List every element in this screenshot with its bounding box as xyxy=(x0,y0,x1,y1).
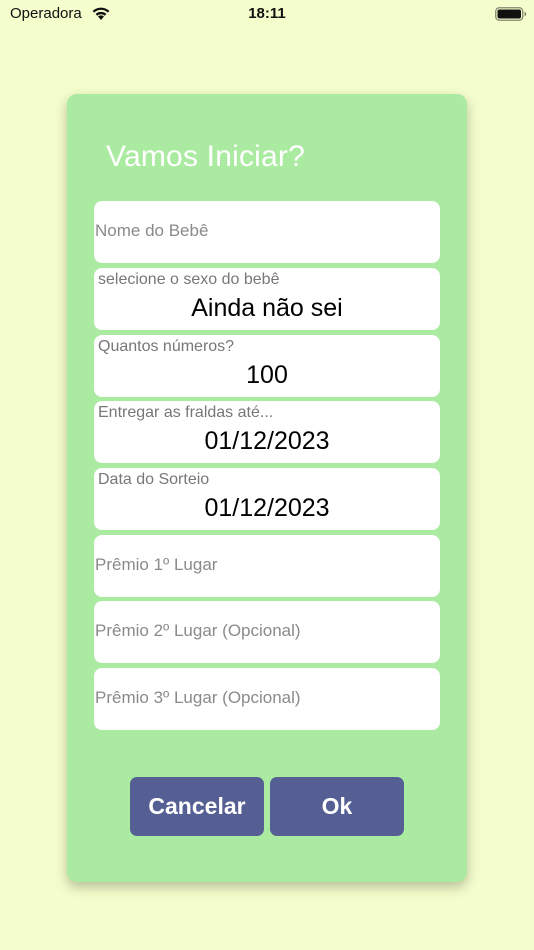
cancel-button[interactable]: Cancelar xyxy=(130,777,264,836)
baby-sex-label: selecione o sexo do bebê xyxy=(98,271,280,288)
battery-icon xyxy=(495,7,527,21)
numbers-count-value: 100 xyxy=(246,361,288,389)
ok-button[interactable]: Ok xyxy=(270,777,404,836)
prize-2-placeholder: Prêmio 2º Lugar (Opcional) xyxy=(95,621,301,640)
baby-name-field[interactable]: Nome do Bebê xyxy=(94,201,440,263)
draw-date-picker[interactable]: Data do Sorteio 01/12/2023 xyxy=(94,468,440,530)
draw-date-label: Data do Sorteio xyxy=(98,471,210,488)
numbers-count-picker[interactable]: Quantos números? 100 xyxy=(94,335,440,397)
baby-sex-picker[interactable]: selecione o sexo do bebê Ainda não sei xyxy=(94,268,440,330)
dialog-title: Vamos Iniciar? xyxy=(106,140,305,173)
prize-2-field[interactable]: Prêmio 2º Lugar (Opcional) xyxy=(94,601,440,663)
delivery-date-label: Entregar as fraldas até... xyxy=(98,404,274,421)
draw-date-value: 01/12/2023 xyxy=(204,494,330,522)
baby-sex-value: Ainda não sei xyxy=(191,294,343,322)
status-time: 18:11 xyxy=(248,5,286,22)
setup-dialog: Vamos Iniciar? Nome do Bebê selecione o … xyxy=(67,94,467,882)
prize-1-placeholder: Prêmio 1º Lugar xyxy=(95,555,218,574)
delivery-date-picker[interactable]: Entregar as fraldas até... 01/12/2023 xyxy=(94,401,440,463)
prize-1-field[interactable]: Prêmio 1º Lugar xyxy=(94,535,440,597)
prize-3-placeholder: Prêmio 3º Lugar (Opcional) xyxy=(95,688,301,707)
numbers-count-label: Quantos números? xyxy=(98,338,235,355)
status-bar: Operadora 18:11 xyxy=(0,0,534,30)
baby-name-placeholder: Nome do Bebê xyxy=(95,221,209,240)
prize-3-field[interactable]: Prêmio 3º Lugar (Opcional) xyxy=(94,668,440,730)
delivery-date-value: 01/12/2023 xyxy=(204,427,330,455)
